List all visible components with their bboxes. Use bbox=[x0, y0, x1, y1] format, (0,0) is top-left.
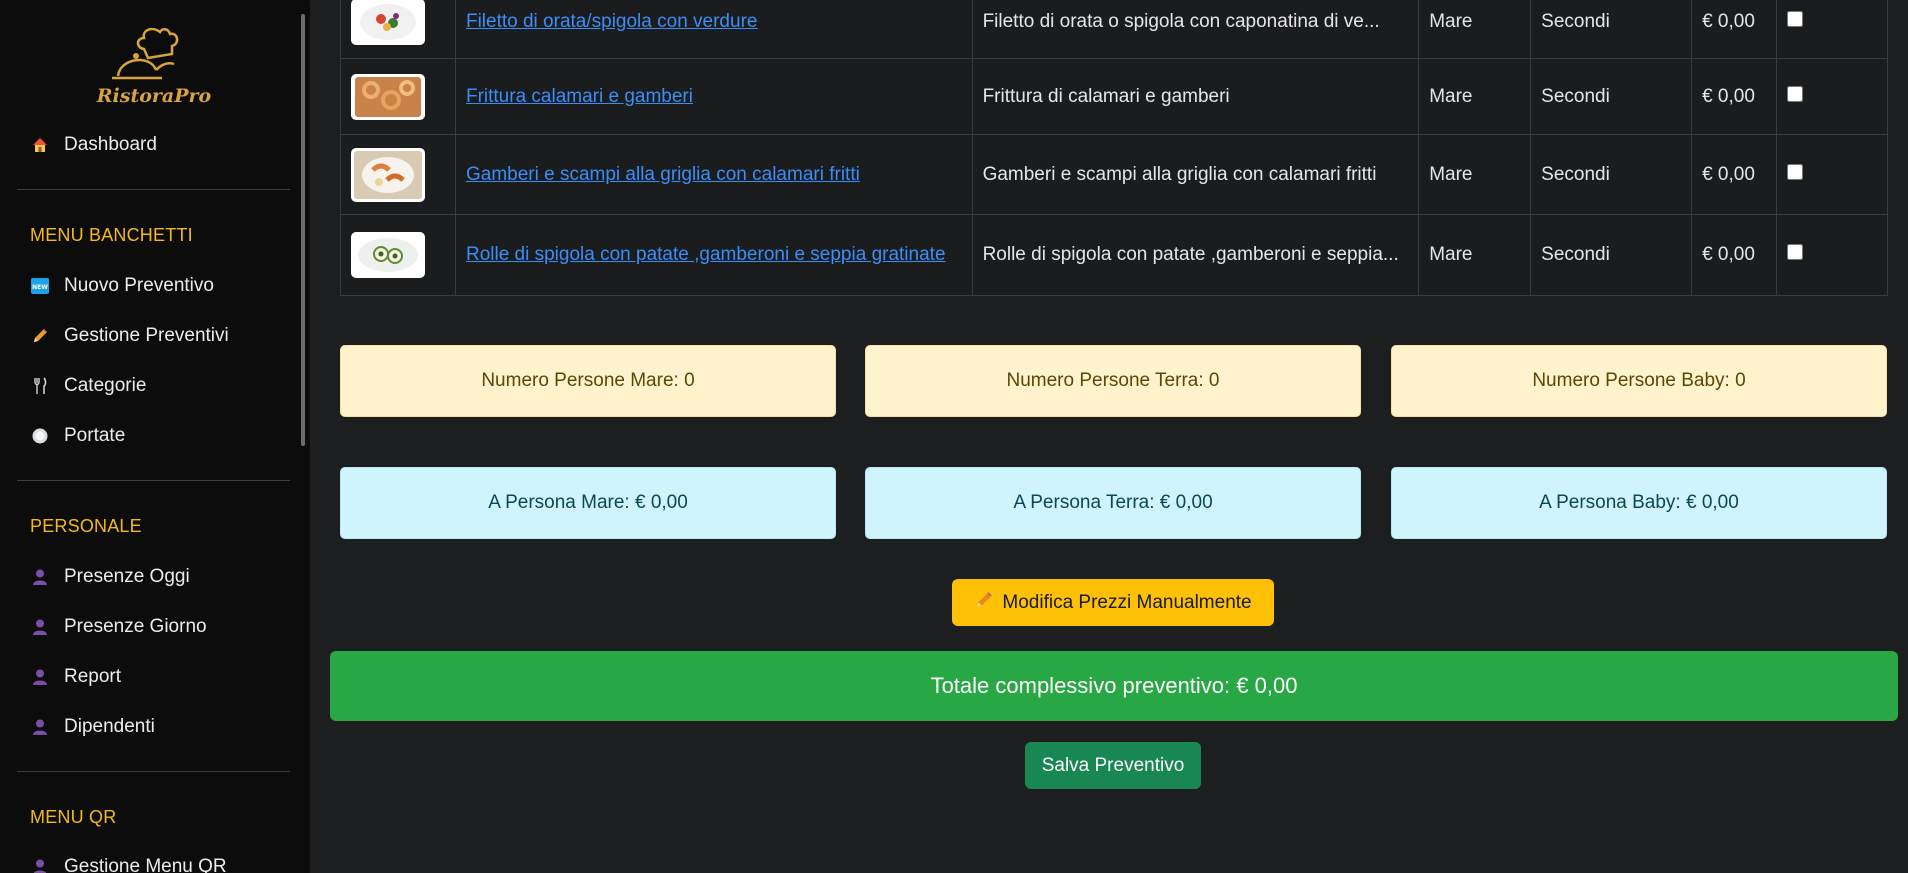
sidebar-scrollbar[interactable] bbox=[301, 14, 305, 446]
house-icon bbox=[30, 135, 50, 155]
sidebar-item-label: Presenze Oggi bbox=[64, 566, 190, 587]
dish-name-link[interactable]: Gamberi e scampi alla griglia con calama… bbox=[466, 164, 860, 185]
dishes-table: Filetto di orata/spigola con verdure Fil… bbox=[340, 0, 1888, 296]
dish-name-link[interactable]: Rolle di spigola con patate ,gamberoni e… bbox=[466, 244, 946, 265]
per-person-baby-box: A Persona Baby: € 0,00 bbox=[1391, 467, 1887, 539]
sidebar-item-categorie[interactable]: Categorie bbox=[30, 371, 146, 401]
table-row: Gamberi e scampi alla griglia con calama… bbox=[340, 134, 1888, 215]
dish-thumb-cell bbox=[340, 58, 456, 135]
sidebar-item-label: Nuovo Preventivo bbox=[64, 275, 214, 296]
section-title-banchetti: MENU BANCHETTI bbox=[30, 225, 193, 245]
dish-price: € 0,00 bbox=[1691, 0, 1778, 59]
logo-text: RistoraPro bbox=[96, 85, 212, 107]
person-icon bbox=[30, 717, 50, 737]
person-icon bbox=[30, 667, 50, 687]
dish-select-checkbox[interactable] bbox=[1787, 163, 1804, 180]
dish-select-checkbox[interactable] bbox=[1787, 85, 1804, 102]
dish-category: Secondi bbox=[1530, 214, 1693, 296]
dish-description: Frittura di calamari e gamberi bbox=[971, 58, 1420, 135]
sidebar-item-nuovo-preventivo[interactable]: NEW Nuovo Preventivo bbox=[30, 271, 214, 301]
dish-category: Secondi bbox=[1530, 134, 1693, 215]
manual-prices-label: Modifica Prezzi Manualmente bbox=[1002, 591, 1252, 613]
ristorapro-logo[interactable]: RistoraPro bbox=[96, 24, 212, 110]
dish-select-checkbox[interactable] bbox=[1787, 10, 1804, 27]
dish-thumb-cell bbox=[340, 0, 456, 59]
sidebar-divider bbox=[17, 480, 290, 481]
dish-category: Secondi bbox=[1530, 58, 1693, 135]
dish-thumb-cell bbox=[340, 214, 456, 296]
dish-thumb-cell bbox=[340, 134, 456, 215]
fork-knife-icon bbox=[30, 376, 50, 396]
plate-icon bbox=[30, 426, 50, 446]
sidebar-divider bbox=[17, 189, 290, 190]
per-person-terra-box: A Persona Terra: € 0,00 bbox=[865, 467, 1361, 539]
new-badge-icon: NEW bbox=[30, 276, 50, 296]
person-icon bbox=[30, 857, 50, 873]
sidebar-item-label: Dashboard bbox=[64, 134, 157, 155]
dish-thumbnail bbox=[351, 73, 425, 120]
dish-price: € 0,00 bbox=[1691, 58, 1778, 135]
dish-select-checkbox[interactable] bbox=[1787, 244, 1804, 260]
pencil-icon bbox=[30, 326, 50, 346]
section-title-qr: MENU QR bbox=[30, 807, 117, 827]
sidebar-item-dipendenti[interactable]: Dipendenti bbox=[30, 712, 155, 742]
manual-prices-button[interactable]: Modifica Prezzi Manualmente bbox=[952, 579, 1274, 626]
dish-category: Secondi bbox=[1530, 0, 1693, 59]
sidebar-item-gestione-menu-qr[interactable]: Gestione Menu QR bbox=[30, 852, 227, 873]
dish-type: Mare bbox=[1418, 58, 1532, 135]
sidebar-item-portate[interactable]: Portate bbox=[30, 421, 125, 451]
dish-price: € 0,00 bbox=[1691, 134, 1778, 215]
sidebar-divider bbox=[17, 771, 290, 772]
count-terra-box: Numero Persone Terra: 0 bbox=[865, 345, 1361, 417]
table-row: Frittura calamari e gamberi Frittura di … bbox=[340, 58, 1888, 135]
count-mare-box: Numero Persone Mare: 0 bbox=[340, 345, 836, 417]
dish-description: Gamberi e scampi alla griglia con calama… bbox=[971, 134, 1420, 215]
dish-type: Mare bbox=[1418, 0, 1532, 59]
svg-text:NEW: NEW bbox=[32, 284, 48, 291]
sidebar-item-dashboard[interactable]: Dashboard bbox=[30, 130, 157, 160]
save-preventivo-button[interactable]: Salva Preventivo bbox=[1025, 742, 1201, 789]
dish-name-link[interactable]: Frittura calamari e gamberi bbox=[466, 86, 693, 107]
section-title-personale: PERSONALE bbox=[30, 516, 142, 536]
sidebar-item-report[interactable]: Report bbox=[30, 662, 121, 692]
person-icon bbox=[30, 567, 50, 587]
dish-type: Mare bbox=[1418, 134, 1532, 215]
dish-thumbnail bbox=[351, 232, 425, 278]
sidebar-item-gestione-preventivi[interactable]: Gestione Preventivi bbox=[30, 321, 229, 351]
sidebar-item-label: Gestione Menu QR bbox=[64, 856, 227, 873]
sidebar-item-label: Dipendenti bbox=[64, 716, 155, 737]
dish-name-link[interactable]: Filetto di orata/spigola con verdure bbox=[466, 11, 758, 32]
table-row: Filetto di orata/spigola con verdure Fil… bbox=[340, 0, 1888, 59]
pencil-icon bbox=[974, 590, 994, 615]
sidebar-item-label: Report bbox=[64, 666, 122, 687]
dish-thumbnail bbox=[351, 0, 425, 45]
sidebar-item-presenze-giorno[interactable]: Presenze Giorno bbox=[30, 612, 207, 642]
sidebar-item-presenze-oggi[interactable]: Presenze Oggi bbox=[30, 562, 190, 592]
dish-description: Filetto di orata o spigola con caponatin… bbox=[971, 0, 1420, 59]
count-baby-box: Numero Persone Baby: 0 bbox=[1391, 345, 1887, 417]
sidebar: RistoraPro Dashboard MENU BANCHETTI NEW … bbox=[0, 0, 310, 873]
dish-price: € 0,00 bbox=[1691, 214, 1778, 296]
total-bar: Totale complessivo preventivo: € 0,00 bbox=[330, 651, 1898, 721]
sidebar-item-label: Gestione Preventivi bbox=[64, 325, 229, 346]
dish-thumbnail bbox=[351, 147, 425, 202]
sidebar-item-label: Categorie bbox=[64, 375, 147, 396]
table-row: Rolle di spigola con patate ,gamberoni e… bbox=[340, 214, 1888, 296]
sidebar-item-label: Portate bbox=[64, 425, 126, 446]
main-content: Filetto di orata/spigola con verdure Fil… bbox=[310, 0, 1908, 873]
dish-description: Rolle di spigola con patate ,gamberoni e… bbox=[971, 214, 1420, 296]
dish-type: Mare bbox=[1418, 214, 1532, 296]
person-icon bbox=[30, 617, 50, 637]
per-person-mare-box: A Persona Mare: € 0,00 bbox=[340, 467, 836, 539]
sidebar-item-label: Presenze Giorno bbox=[64, 616, 207, 637]
